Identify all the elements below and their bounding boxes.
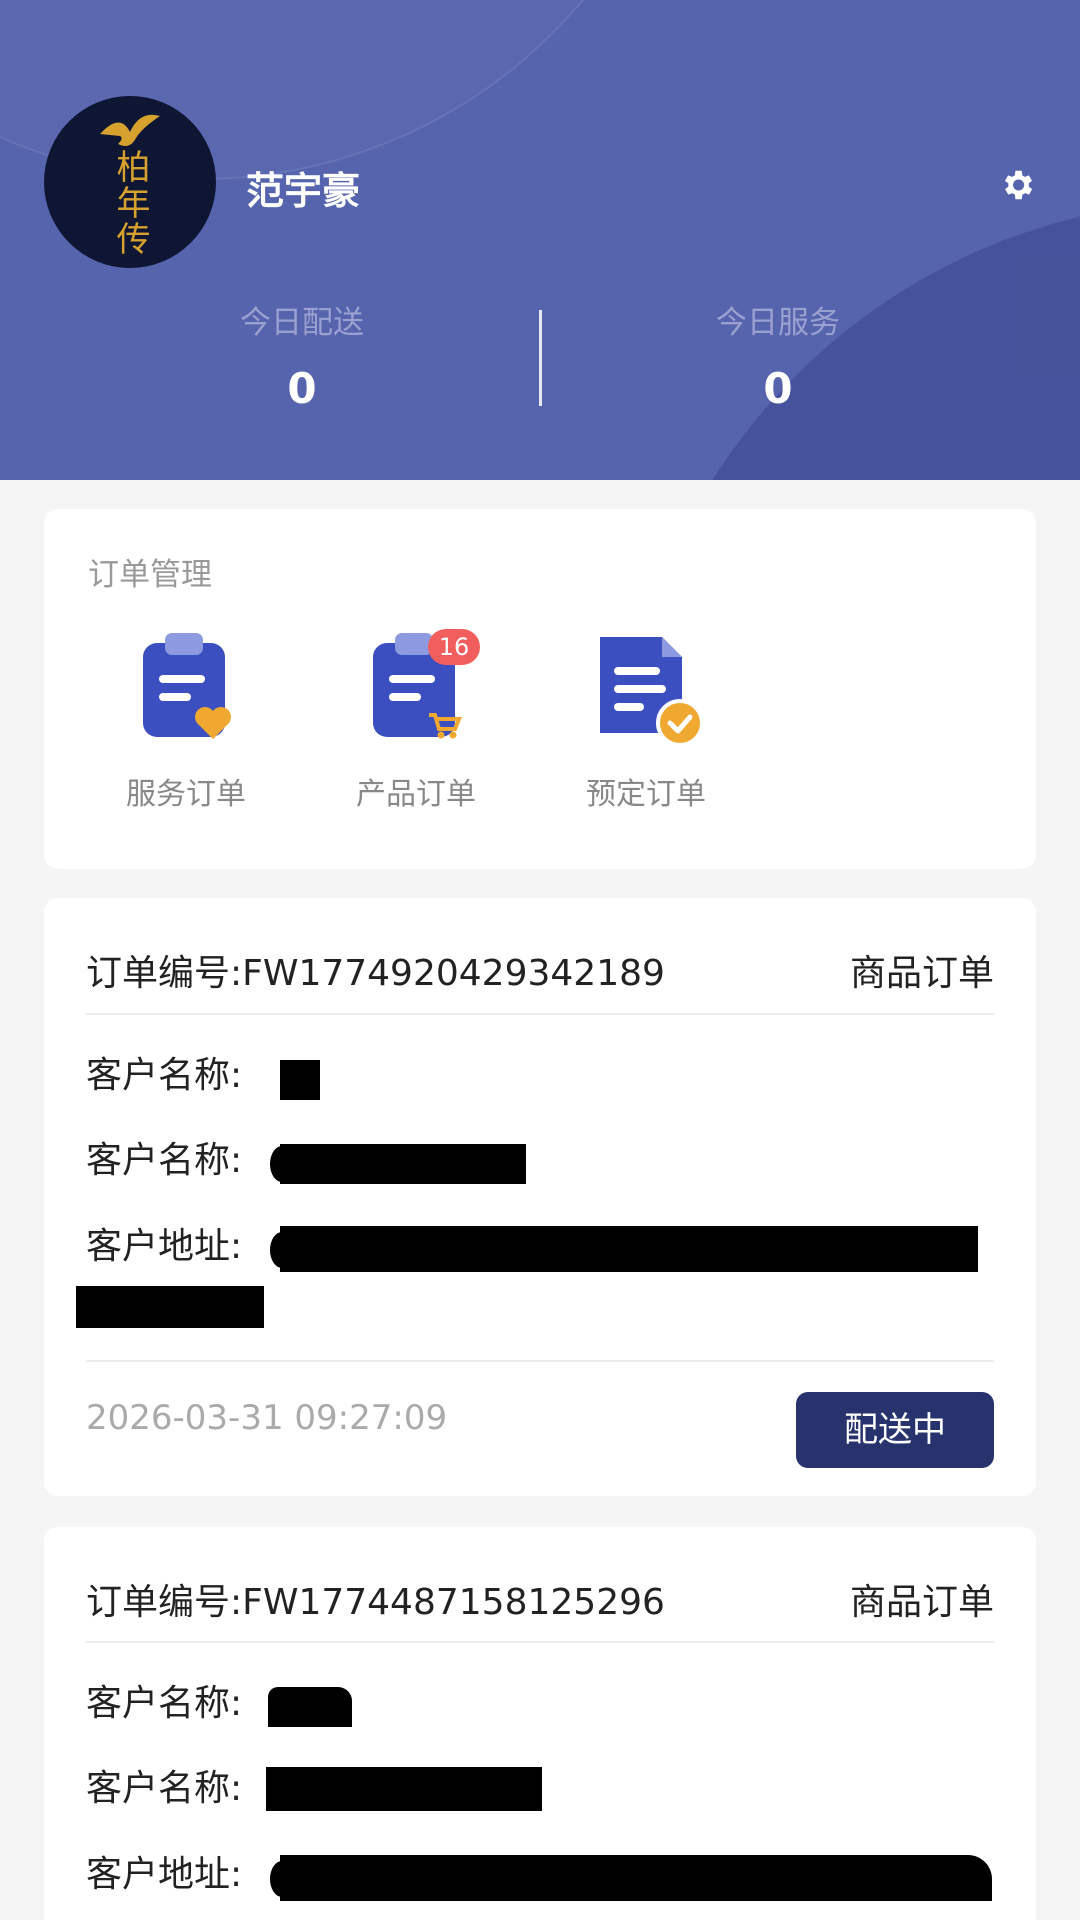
product-order-button[interactable]: 16 产品订单 [326, 629, 506, 813]
order-card[interactable]: 订单编号:FW1774920429342189 商品订单 客户名称: 客户名称:… [44, 898, 1036, 1496]
order-header: 订单编号:FW1774487158125296 商品订单 [86, 1569, 994, 1629]
order-number-label: 订单编号: [86, 1582, 243, 1623]
customer-address-field: 客户地址: [86, 1854, 243, 1895]
service-order-button[interactable]: 服务订单 [96, 629, 276, 813]
stat-value: 0 [763, 364, 793, 413]
divider [86, 1360, 994, 1362]
redacted-value [268, 1687, 352, 1727]
redacted-value [280, 1060, 320, 1100]
crane-logo-icon [100, 114, 160, 146]
divider [86, 1641, 994, 1643]
order-number-label: 订单编号: [86, 953, 243, 994]
order-number: 订单编号:FW1774487158125296 [86, 1573, 665, 1625]
order-type: 商品订单 [849, 953, 994, 994]
redacted-value [280, 1855, 992, 1901]
delivery-status-button[interactable]: 配送中 [796, 1392, 994, 1468]
stat-divider [539, 310, 542, 406]
customer-address-field: 客户地址: [86, 1226, 243, 1267]
section-title: 订单管理 [88, 557, 212, 593]
customer-name-field: 客户名称: [86, 1055, 243, 1096]
customer-phone-field: 客户名称: [86, 1140, 243, 1181]
redacted-value [266, 1767, 542, 1811]
stat-today-service: 今日服务 0 [628, 300, 928, 420]
redacted-value [280, 1226, 978, 1272]
avatar-logo-text: 柏年传 [110, 149, 150, 257]
customer-name-field: 客户名称: [86, 1683, 243, 1724]
stat-value: 0 [287, 364, 317, 413]
reserve-order-label: 预定订单 [586, 777, 706, 812]
service-order-label: 服务订单 [126, 777, 246, 812]
order-header: 订单编号:FW1774920429342189 商品订单 [86, 940, 994, 1000]
order-number-value: FW1774487158125296 [242, 1582, 665, 1623]
customer-phone-field: 客户名称: [86, 1768, 243, 1809]
product-order-badge: 16 [428, 629, 480, 665]
service-order-icon [143, 633, 231, 739]
order-management-card: 订单管理 服务订单 16 产品订单 预定订单 [44, 509, 1036, 869]
reserve-order-icon [600, 637, 704, 747]
stat-label: 今日配送 [240, 305, 364, 341]
divider [86, 1013, 994, 1015]
order-card[interactable]: 订单编号:FW1774487158125296 商品订单 客户名称: 客户名称:… [44, 1527, 1036, 1920]
stat-label: 今日服务 [716, 305, 840, 341]
user-name: 范宇豪 [246, 169, 361, 213]
avatar[interactable]: 柏年传 [44, 96, 216, 268]
profile-header: 柏年传 范宇豪 今日配送 0 今日服务 0 [0, 0, 1080, 480]
reserve-order-button[interactable]: 预定订单 [556, 629, 736, 813]
redacted-value [76, 1286, 264, 1328]
product-order-label: 产品订单 [356, 777, 476, 812]
order-time: 2026-03-31 09:27:09 [86, 1398, 448, 1438]
stat-today-delivery: 今日配送 0 [152, 300, 452, 420]
order-number-value: FW1774920429342189 [242, 953, 665, 994]
redacted-value [280, 1144, 526, 1184]
order-number: 订单编号:FW1774920429342189 [86, 944, 665, 996]
order-type: 商品订单 [849, 1582, 994, 1623]
gear-icon[interactable] [998, 166, 1036, 204]
